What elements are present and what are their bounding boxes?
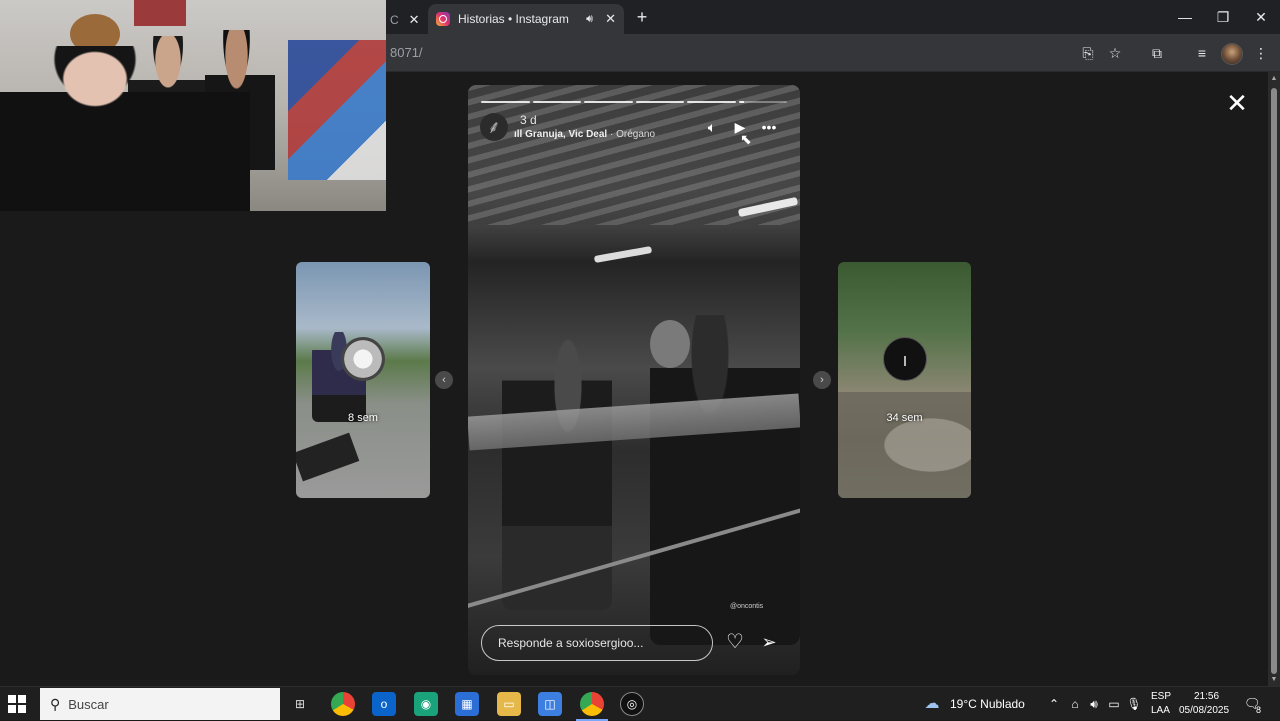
story-music-info[interactable]: ıll Granuja, Vic Deal · Orégano	[514, 129, 655, 140]
windows-taskbar: ⚲ Buscar ⊞ o ◉ ▦ ▭ ◫ ◎ ☁ 19°C Nublado ⌃ …	[0, 686, 1280, 721]
install-app-icon[interactable]: ⎘	[1078, 43, 1098, 63]
previous-story-preview[interactable]: 8 sem	[296, 262, 430, 498]
tab-partial[interactable]: C ✕	[386, 6, 428, 34]
tab-close-icon[interactable]: ✕	[605, 11, 616, 27]
story-more-options-icon[interactable]: •••	[759, 117, 779, 137]
story-progress-bar	[481, 101, 787, 103]
profile-avatar[interactable]	[1221, 43, 1243, 65]
clock-date[interactable]: 05/08/2025	[1179, 705, 1229, 716]
media-controls-icon[interactable]: ≡	[1192, 43, 1212, 63]
scroll-down-icon[interactable]: ▼	[1270, 676, 1278, 684]
previous-story-time: 8 sem	[348, 412, 378, 424]
next-story-avatar: ı	[883, 337, 927, 381]
previous-story-arrow-icon[interactable]: ‹	[435, 371, 453, 389]
microphone-icon[interactable]: 🎙︎	[1126, 696, 1142, 712]
story-image-rocks	[838, 392, 971, 498]
music-separator: ·	[607, 129, 617, 140]
next-story-time: 34 sem	[886, 412, 923, 424]
story-mute-icon[interactable]: 🔈︎	[702, 117, 722, 137]
next-story-arrow-icon[interactable]: ›	[813, 371, 831, 389]
bookmark-star-icon[interactable]: ☆	[1105, 43, 1125, 63]
new-tab-button[interactable]: +	[632, 6, 652, 28]
story-image-light	[593, 246, 653, 263]
story-image-head	[650, 320, 690, 368]
show-hidden-icons-icon[interactable]: ⌃	[1046, 696, 1062, 712]
story-watermark: @oncontis	[730, 603, 764, 610]
chrome-active-icon[interactable]	[576, 692, 608, 721]
clock-time[interactable]: 21:56	[1194, 691, 1219, 702]
page-scrollbar[interactable]: ▲ ▼	[1268, 72, 1280, 686]
webcam-person-streamer	[0, 46, 250, 211]
previous-story-avatar	[341, 337, 385, 381]
weather-cloud-icon[interactable]: ☁	[924, 696, 940, 712]
obs-icon[interactable]: ◎	[620, 692, 644, 716]
scroll-up-icon[interactable]: ▲	[1270, 75, 1278, 83]
progress-segment	[481, 101, 530, 103]
story-author-avatar[interactable]: ⸙	[480, 113, 508, 141]
tab-instagram-stories[interactable]: Historias • Instagram 🔊︎ ✕	[428, 4, 624, 34]
progress-segment	[584, 101, 633, 103]
scrollbar-thumb[interactable]	[1271, 88, 1277, 674]
tab-audio-icon[interactable]: 🔊︎	[586, 13, 593, 26]
tab-title: Historias • Instagram	[458, 12, 569, 26]
restore-window-icon[interactable]: ❐	[1204, 0, 1242, 34]
extensions-icon[interactable]: ⧉	[1147, 43, 1167, 63]
app-icon-blue[interactable]: ◫	[538, 692, 562, 716]
close-window-icon[interactable]: ✕	[1242, 0, 1280, 34]
story-image-ceiling	[468, 85, 800, 225]
battery-icon[interactable]: ▭	[1106, 696, 1122, 712]
story-time-ago: 3 d	[520, 113, 537, 127]
tab-partial-close-icon[interactable]: ✕	[409, 12, 420, 28]
story-image-detail	[296, 432, 360, 482]
search-icon: ⚲	[50, 695, 61, 712]
address-bar-text[interactable]: 8071/	[390, 45, 423, 60]
webcam-clothes-pile	[288, 40, 386, 180]
webcam-wall-art	[134, 0, 186, 26]
minimize-window-icon[interactable]: —	[1166, 0, 1204, 34]
taskbar-search[interactable]: ⚲ Buscar	[40, 688, 280, 720]
notification-count: 8	[1256, 705, 1262, 715]
progress-segment-current	[738, 101, 787, 103]
search-placeholder: Buscar	[68, 696, 109, 712]
next-story-preview[interactable]: ı 34 sem	[838, 262, 971, 498]
windows-start-icon[interactable]	[8, 695, 26, 713]
weather-text[interactable]: 19°C Nublado	[950, 697, 1025, 711]
instagram-icon	[436, 12, 450, 26]
progress-segment	[532, 101, 581, 103]
progress-segment	[635, 101, 684, 103]
mouse-cursor-icon: ⬉	[740, 131, 752, 147]
music-artist: Granuja, Vic Deal	[525, 129, 608, 140]
network-icon[interactable]: ⌂	[1067, 696, 1083, 712]
outlook-icon[interactable]: o	[372, 692, 396, 716]
volume-icon[interactable]: 🔊︎	[1086, 696, 1102, 712]
app-icon-green[interactable]: ◉	[414, 692, 438, 716]
music-bars-icon: ıll	[514, 129, 526, 140]
language-top[interactable]: ESP	[1151, 691, 1171, 702]
main-story[interactable]: ⸙ 3 d ıll Granuja, Vic Deal · Orégano 🔈︎…	[468, 85, 800, 675]
webcam-overlay	[0, 0, 386, 211]
browser-menu-icon[interactable]: ⋮	[1251, 43, 1271, 63]
file-explorer-icon[interactable]: ▭	[497, 692, 521, 716]
send-share-icon[interactable]: ➢	[758, 631, 780, 653]
language-bottom[interactable]: LAA	[1151, 705, 1170, 716]
tab-partial-label: C	[390, 13, 399, 27]
task-view-icon[interactable]: ⊞	[288, 692, 312, 716]
progress-segment	[687, 101, 736, 103]
microsoft-store-icon[interactable]: ▦	[455, 692, 479, 716]
chrome-icon[interactable]	[331, 692, 355, 716]
reply-input[interactable]: Responde a soxiosergioo...	[481, 625, 713, 661]
close-stories-icon[interactable]: ✕	[1224, 90, 1250, 116]
like-heart-icon[interactable]: ♡	[724, 631, 746, 653]
music-track: Orégano	[616, 129, 656, 140]
